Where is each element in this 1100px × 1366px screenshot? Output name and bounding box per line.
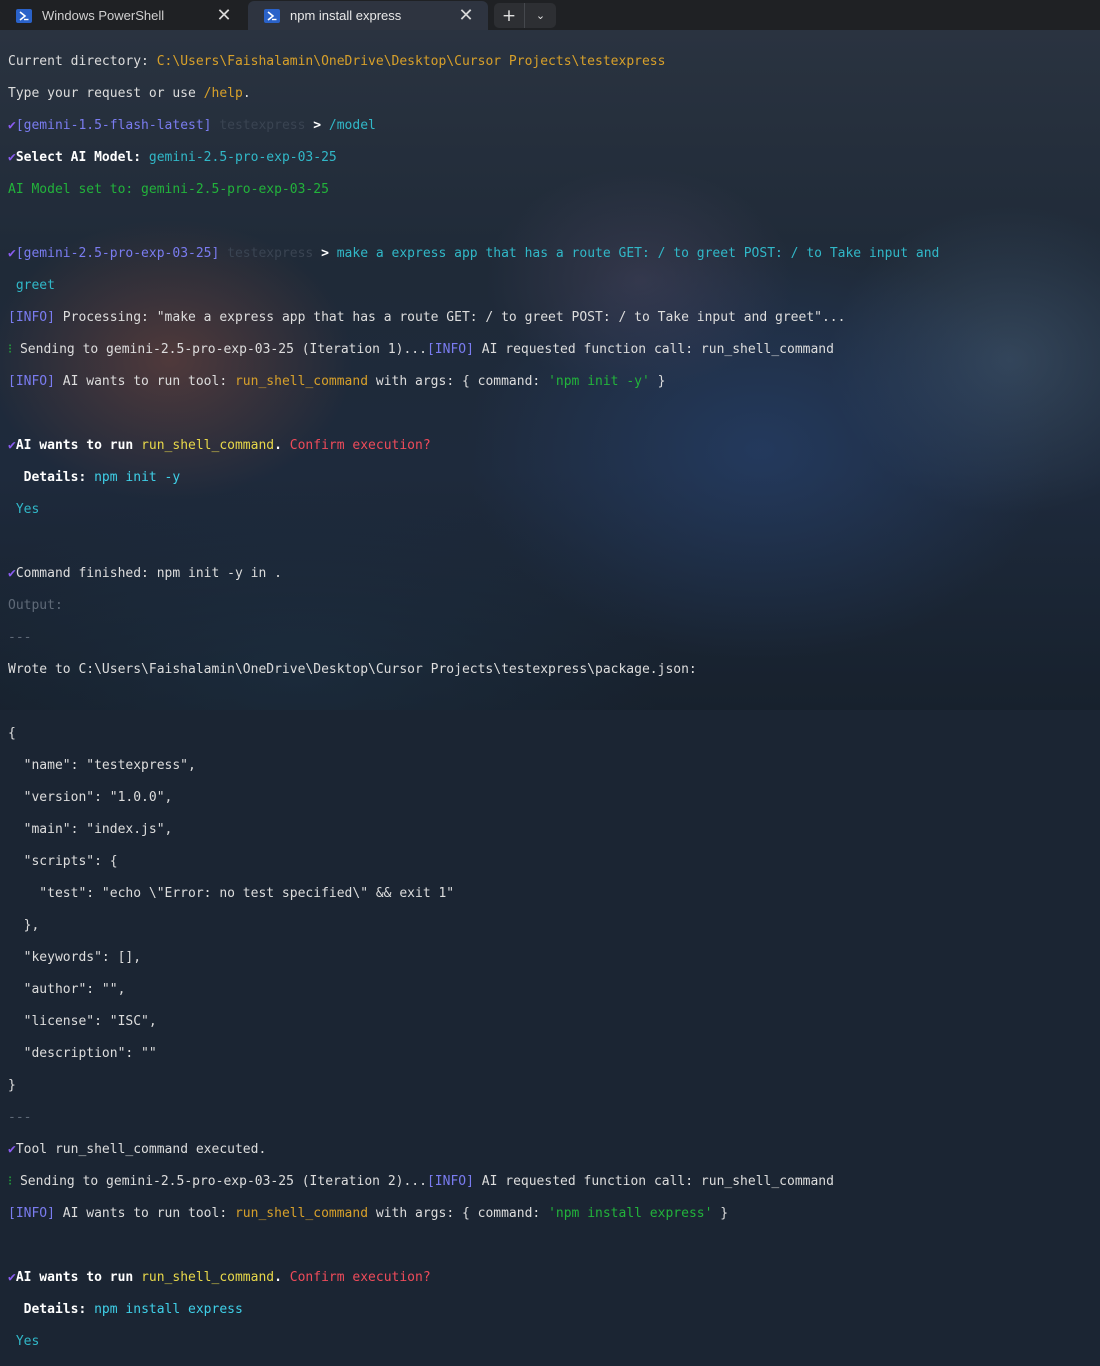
tab-bar: Windows PowerShell ✕ npm install express…	[0, 0, 1100, 30]
terminal-line: Type your request or use /help.	[8, 86, 251, 101]
powershell-icon	[16, 8, 32, 23]
json-line: {	[8, 726, 16, 741]
close-icon[interactable]: ✕	[456, 5, 476, 26]
terminal-line-empty	[8, 694, 1093, 710]
terminal-line: ✔[gemini-1.5-flash-latest] testexpress >…	[8, 118, 376, 133]
tab-label: npm install express	[290, 8, 402, 23]
check-icon: ✔	[8, 246, 16, 261]
terminal-line: Yes	[15, 1334, 40, 1349]
check-icon: ✔	[8, 1270, 16, 1285]
terminal-line: [INFO] AI wants to run tool: run_shell_c…	[8, 1206, 729, 1221]
terminal-line: greet	[15, 278, 55, 293]
terminal-line: ---	[8, 630, 32, 645]
json-line: "scripts": {	[8, 854, 118, 869]
tab-windows-powershell[interactable]: Windows PowerShell ✕	[0, 1, 246, 30]
terminal-line-empty	[8, 214, 1093, 230]
json-line: },	[8, 918, 40, 933]
json-line: "license": "ISC",	[8, 1014, 157, 1029]
powershell-icon	[264, 8, 280, 23]
json-line: "name": "testexpress",	[8, 758, 196, 773]
json-line: "main": "index.js",	[8, 822, 173, 837]
check-icon: ✔	[8, 150, 16, 165]
terminal-line-empty	[8, 406, 1093, 422]
terminal-line: Yes	[15, 502, 40, 517]
terminal-line: Details: npm install express	[23, 1302, 243, 1317]
check-icon: ✔	[8, 566, 16, 581]
terminal-line: ✔AI wants to run run_shell_command. Conf…	[8, 1270, 431, 1285]
json-line: "keywords": [],	[8, 950, 142, 965]
check-icon: ✔	[8, 1142, 16, 1157]
tab-npm-install-express[interactable]: npm install express ✕	[248, 1, 488, 30]
terminal-line: ⁝ Sending to gemini-2.5-pro-exp-03-25 (I…	[8, 1174, 834, 1189]
terminal-line: ✔Tool run_shell_command executed.	[8, 1142, 267, 1157]
terminal-line: ✔[gemini-2.5-pro-exp-03-25] testexpress …	[8, 246, 940, 261]
json-line: "author": "",	[8, 982, 126, 997]
terminal-line: ⁝ Sending to gemini-2.5-pro-exp-03-25 (I…	[8, 342, 834, 357]
json-line: }	[8, 1078, 16, 1093]
check-icon: ✔	[8, 118, 16, 133]
terminal-line: ✔Command finished: npm init -y in .	[8, 566, 282, 581]
terminal-line: Wrote to C:\Users\Faishalamin\OneDrive\D…	[8, 662, 697, 677]
json-line: "test": "echo \"Error: no test specified…	[8, 886, 455, 901]
terminal-line: Current directory: C:\Users\Faishalamin\…	[8, 54, 666, 69]
close-icon[interactable]: ✕	[214, 5, 234, 26]
json-line: "description": ""	[8, 1046, 157, 1061]
check-icon: ✔	[8, 438, 16, 453]
terminal-line: ✔AI wants to run run_shell_command. Conf…	[8, 438, 431, 453]
terminal-line: AI Model set to: gemini-2.5-pro-exp-03-2…	[8, 182, 329, 197]
tab-label: Windows PowerShell	[42, 8, 165, 23]
json-line: "version": "1.0.0",	[8, 790, 173, 805]
terminal-line: Output:	[8, 598, 63, 613]
terminal-line: Details: npm init -y	[23, 470, 181, 485]
terminal-line: ✔Select AI Model: gemini-2.5-pro-exp-03-…	[8, 150, 337, 165]
terminal-line-empty	[8, 534, 1093, 550]
terminal-line: [INFO] Processing: "make a express app t…	[8, 310, 846, 325]
terminal-line: ---	[8, 1110, 32, 1125]
chevron-down-icon[interactable]: ⌄	[525, 3, 556, 28]
terminal-line-empty	[8, 1238, 1093, 1254]
terminal-line: [INFO] AI wants to run tool: run_shell_c…	[8, 374, 666, 389]
new-tab-group: + ⌄	[494, 3, 556, 28]
new-tab-button[interactable]: +	[494, 3, 525, 28]
terminal-output[interactable]: Current directory: C:\Users\Faishalamin\…	[8, 38, 1093, 1366]
